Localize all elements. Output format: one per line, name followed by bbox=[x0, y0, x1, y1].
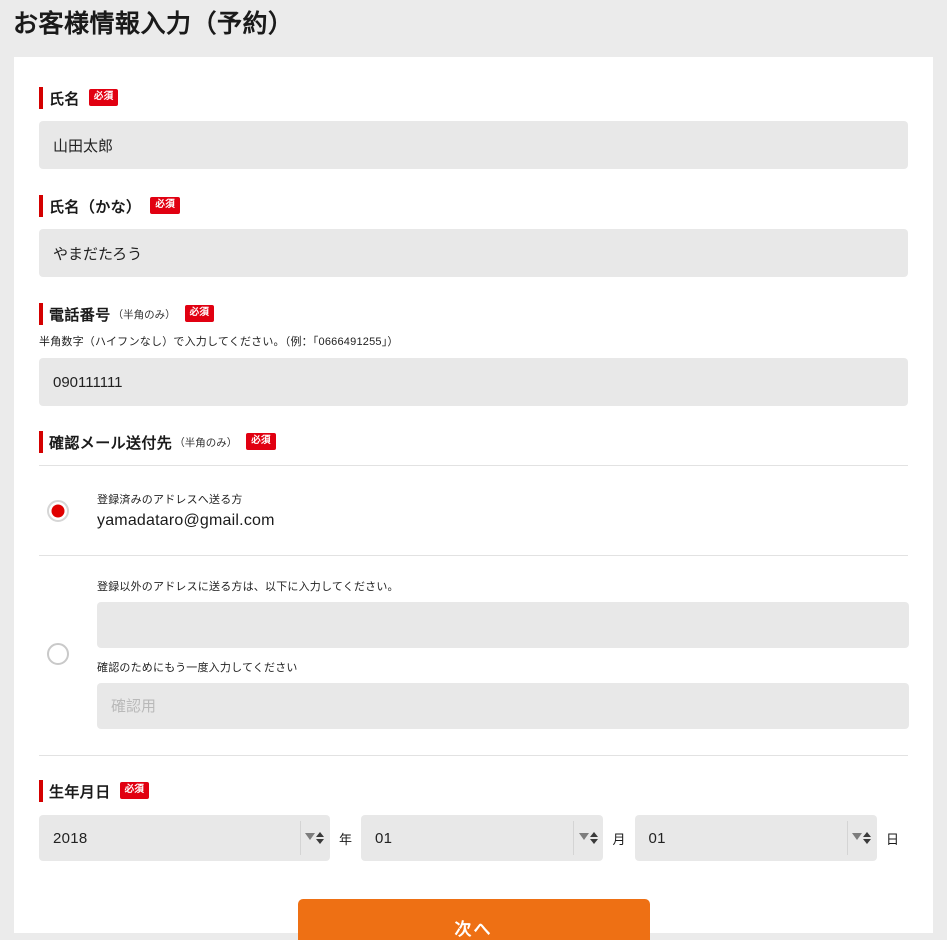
name-input[interactable] bbox=[39, 121, 908, 169]
field-label-birthdate-text: 生年月日 bbox=[49, 783, 111, 801]
required-badge-phone: 必須 bbox=[184, 304, 215, 322]
field-label-name-kana: 氏名（かな） 必須 bbox=[39, 195, 908, 217]
name-kana-input[interactable] bbox=[39, 229, 908, 277]
required-badge-name: 必須 bbox=[88, 88, 119, 106]
spinner-updown-icon-month bbox=[589, 832, 598, 844]
spinner-updown-icon-year bbox=[316, 832, 325, 844]
birthdate-month-unit: 月 bbox=[612, 831, 626, 847]
field-label-email-subtext: （半角のみ） bbox=[174, 436, 238, 449]
required-badge-email: 必須 bbox=[246, 432, 276, 450]
email-other-body: 登録以外のアドレスに送る方は、以下に入力してください。 確認のためにもう一度入力… bbox=[97, 578, 909, 729]
field-label-phone-text: 電話番号 bbox=[49, 306, 111, 324]
chevron-down-icon-month[interactable] bbox=[573, 815, 603, 861]
radio-registered[interactable] bbox=[47, 499, 69, 522]
birthdate-day-select[interactable]: 01 bbox=[634, 815, 877, 861]
field-label-phone: 電話番号 （半角のみ） 必須 bbox=[39, 303, 908, 325]
phone-input[interactable] bbox=[39, 358, 908, 406]
birthdate-day-unit: 日 bbox=[885, 831, 899, 847]
email-other-input[interactable] bbox=[97, 602, 909, 648]
birthdate-month-select[interactable]: 01 bbox=[361, 815, 604, 861]
birthdate-day-value: 01 bbox=[648, 829, 666, 847]
page-root: お客様情報入力（予約） 氏名 必須 氏名（かな） 必須 電話番号 （半 bbox=[0, 0, 947, 940]
required-badge-name-kana: 必須 bbox=[150, 196, 181, 214]
next-button[interactable]: 次へ bbox=[297, 899, 650, 940]
chevron-down-icon-day[interactable] bbox=[846, 815, 877, 861]
field-label-name-text: 氏名 bbox=[49, 90, 80, 108]
field-label-email-text: 確認メール送付先 bbox=[49, 434, 173, 452]
field-label-name: 氏名 必須 bbox=[39, 87, 908, 109]
spinner-updown-icon-day bbox=[863, 832, 872, 844]
chevron-down-icon-year[interactable] bbox=[299, 815, 330, 861]
field-label-phone-subtext: （半角のみ） bbox=[112, 308, 176, 321]
birthdate-month-value: 01 bbox=[375, 829, 393, 847]
email-registered-body: 登録済みのアドレスへ送る方 yamadataro@gmail.com bbox=[97, 491, 908, 530]
email-registered-address: yamadataro@gmail.com bbox=[97, 512, 275, 529]
email-option-registered[interactable]: 登録済みのアドレスへ送る方 yamadataro@gmail.com bbox=[39, 491, 908, 530]
email-other-caption: 登録以外のアドレスに送る方は、以下に入力してください。 bbox=[97, 581, 399, 593]
form-card: 氏名 必須 氏名（かな） 必須 電話番号 （半角のみ） 必須 半角数字（ハイフン… bbox=[14, 57, 933, 940]
birthdate-year-select[interactable]: 2018 bbox=[39, 815, 330, 861]
phone-hint-text: 半角数字（ハイフンなし）で入力してください。（例：「0666491255」） bbox=[39, 336, 399, 348]
email-other-confirm-input[interactable] bbox=[97, 683, 909, 729]
field-label-email: 確認メール送付先 （半角のみ） 必須 bbox=[39, 431, 908, 453]
email-registered-caption: 登録済みのアドレスへ送る方 bbox=[97, 494, 243, 506]
form-inner: 氏名 必須 氏名（かな） 必須 電話番号 （半角のみ） 必須 半角数字（ハイフン… bbox=[14, 57, 933, 940]
birthdate-row: 2018 年 01 月 01 日 bbox=[39, 815, 908, 861]
required-badge-birthdate: 必須 bbox=[119, 781, 150, 799]
field-label-birthdate: 生年月日 必須 bbox=[39, 780, 908, 802]
field-label-name-kana-text: 氏名（かな） bbox=[49, 198, 142, 216]
birthdate-year-unit: 年 bbox=[338, 831, 352, 847]
birthdate-year-value: 2018 bbox=[53, 829, 88, 847]
radio-other[interactable] bbox=[47, 642, 69, 665]
page-title: お客様情報入力（予約） bbox=[13, 10, 294, 38]
email-other-confirm-caption: 確認のためにもう一度入力してください bbox=[97, 662, 298, 674]
email-option-other[interactable]: 登録以外のアドレスに送る方は、以下に入力してください。 確認のためにもう一度入力… bbox=[39, 578, 909, 729]
submit-area: 次へ bbox=[39, 899, 908, 940]
